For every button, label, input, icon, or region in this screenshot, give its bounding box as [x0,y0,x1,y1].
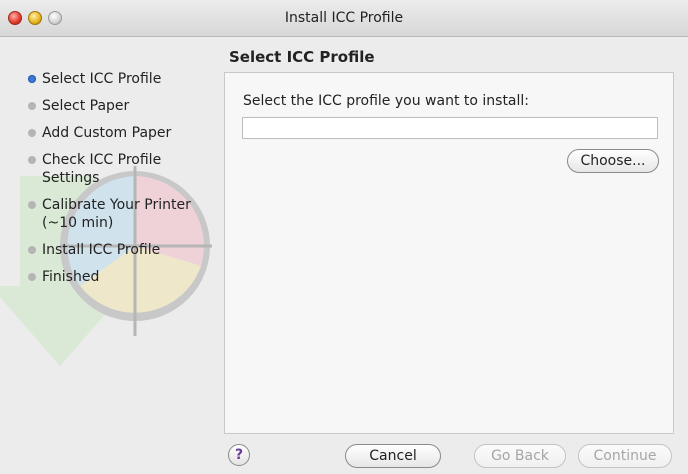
step-indicator-icon [28,75,36,83]
step-label: Check ICC Profile Settings [42,152,162,186]
steps-sidebar: Select ICC Profile Select Paper Add Cust… [0,36,212,474]
step-indicator-icon [28,129,36,137]
choose-button[interactable]: Choose... [567,149,659,173]
step-label: Install ICC Profile [42,242,161,258]
step-indicator-icon [28,156,36,164]
steps-list: Select ICC Profile Select Paper Add Cust… [22,70,212,295]
help-icon[interactable]: ? [228,444,250,466]
cancel-button[interactable]: Cancel [345,444,441,468]
step-install-icc-profile: Install ICC Profile [22,241,212,259]
content-panel: Select the ICC profile you want to insta… [224,72,674,434]
step-label: Calibrate Your Printer (~10 min) [42,197,191,231]
step-label: Select Paper [42,98,130,114]
step-indicator-icon [28,102,36,110]
step-indicator-icon [28,201,36,209]
step-label: Select ICC Profile [42,71,162,87]
step-calibrate-printer: Calibrate Your Printer (~10 min) [22,196,212,232]
prompt-label: Select the ICC profile you want to insta… [243,93,530,109]
installer-window: Install ICC Profile Select ICC Profile S… [0,0,688,474]
step-select-paper: Select Paper [22,97,212,115]
step-label: Finished [42,269,100,285]
step-check-icc-profile-settings: Check ICC Profile Settings [22,151,212,187]
go-back-button[interactable]: Go Back [474,444,566,468]
step-finished: Finished [22,268,212,286]
step-select-icc-profile: Select ICC Profile [22,70,212,88]
step-indicator-icon [28,246,36,254]
page-title: Select ICC Profile [229,48,375,66]
continue-button[interactable]: Continue [578,444,672,468]
step-label: Add Custom Paper [42,125,172,141]
step-indicator-icon [28,273,36,281]
icc-profile-path-input[interactable] [242,117,658,139]
step-add-custom-paper: Add Custom Paper [22,124,212,142]
window-title: Install ICC Profile [284,10,404,26]
title-bar[interactable]: Install ICC Profile [0,0,688,37]
